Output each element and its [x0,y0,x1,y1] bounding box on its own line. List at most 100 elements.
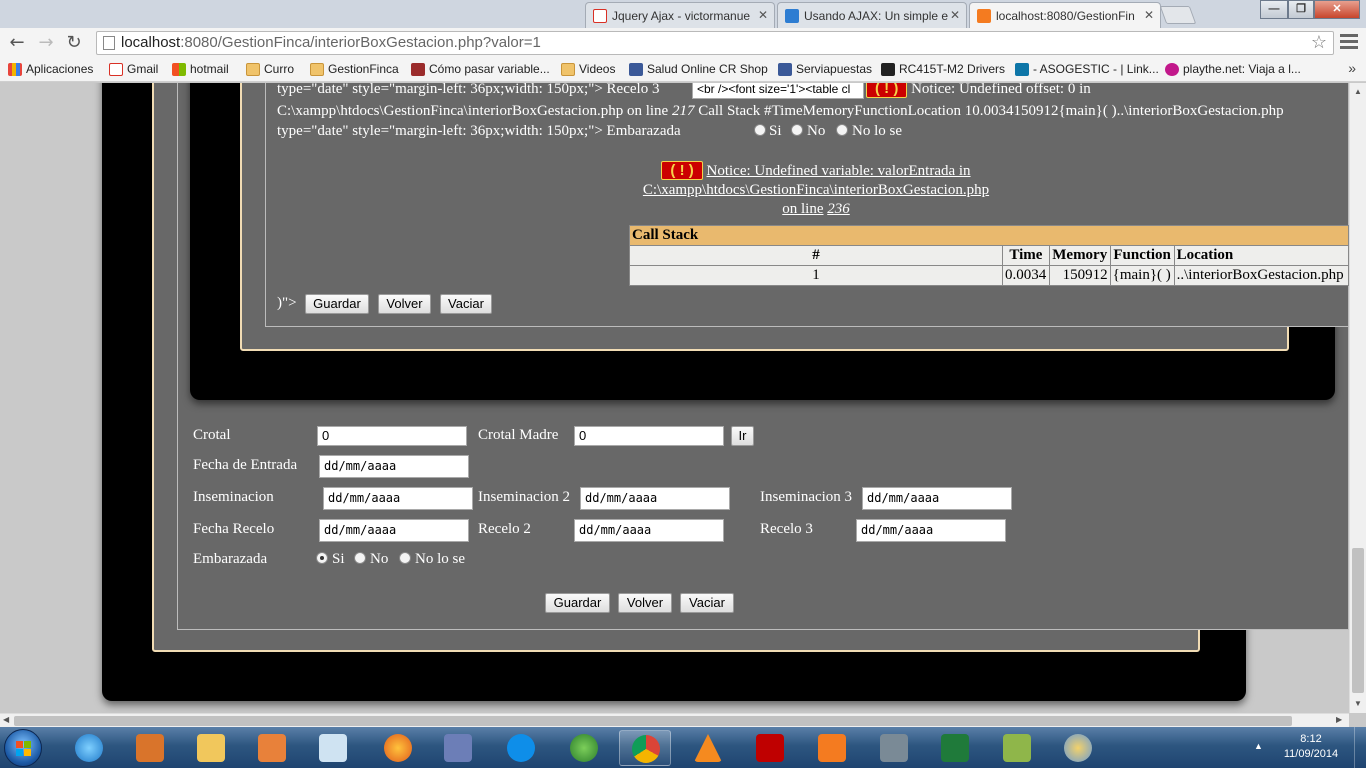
vertical-scrollbar[interactable]: ▲ ▼ [1349,83,1366,713]
taskbar-notepadpp[interactable] [991,730,1043,766]
internet-explorer-icon [75,734,103,762]
start-button[interactable] [4,729,42,767]
horizontal-scrollbar[interactable]: ◀ ▶ [0,713,1349,727]
cell: 0.0034 [1002,265,1050,286]
bookmark-aplicaciones[interactable]: Aplicaciones [8,62,93,76]
crotal-label: Crotal [193,427,231,443]
taskbar-vlc[interactable] [682,730,734,766]
bookmark-curro[interactable]: Curro [246,62,294,76]
bookmark-salud-online[interactable]: Salud Online CR Shop [629,62,768,76]
scrollbar-thumb[interactable] [1352,548,1364,693]
bookmark-como-pasar[interactable]: Cómo pasar variable... [411,62,550,76]
minimize-button[interactable]: — [1260,0,1288,19]
fecha-recelo-input[interactable]: dd/mm/aaaa [319,519,469,542]
notice-text: Notice: Undefined offset: 0 in [911,83,1091,97]
recelo2-input[interactable]: dd/mm/aaaa [574,519,724,542]
recelo3-garbled-input[interactable]: <br /><font size='1'><table cl [692,83,864,99]
taskbar-chrome[interactable] [619,730,671,766]
clock-time: 8:12 [1300,733,1322,745]
menu-icon[interactable] [1340,34,1358,52]
bookmark-videos[interactable]: Videos [561,62,615,76]
bookmark-rc415t[interactable]: RC415T-M2 Drivers [881,62,1005,76]
line-number: 217 [671,103,695,119]
error-icon: ( ! ) [661,161,703,180]
taskbar-media[interactable] [246,730,298,766]
col-header: Function [1109,245,1175,266]
scroll-left-icon[interactable]: ◀ [3,715,9,724]
inner-guardar-button[interactable]: Guardar [305,294,369,314]
crotal-input[interactable]: 0 [317,426,467,446]
taskbar-paint[interactable] [1052,730,1104,766]
taskbar-xampp[interactable] [806,730,858,766]
inner-volver-button[interactable]: Volver [378,294,431,314]
bookmark-gmail[interactable]: Gmail [109,62,158,76]
address-bar[interactable]: localhost:8080/GestionFinca/interiorBoxG… [96,31,1334,55]
bookmark-serviapuestas[interactable]: Serviapuestas [778,62,872,76]
volver-button[interactable]: Volver [618,593,672,613]
taskbar-php[interactable] [432,730,484,766]
inseminacion2-input[interactable]: dd/mm/aaaa [580,487,730,510]
inner-radio-no[interactable] [791,124,803,136]
radio-si[interactable] [316,552,328,564]
scrollbar-thumb[interactable] [14,716,1292,726]
vaciar-button[interactable]: Vaciar [680,593,734,613]
installer-icon [136,734,164,762]
linkedin-icon [1015,63,1029,76]
taskbar-firefox[interactable] [372,730,424,766]
taskbar-excel[interactable] [929,730,981,766]
back-icon[interactable]: ← [6,32,28,54]
taskbar-network[interactable] [558,730,610,766]
inseminacion-input[interactable]: dd/mm/aaaa [323,487,473,510]
php-icon [444,734,472,762]
close-icon[interactable]: ✕ [1144,8,1154,22]
window-close-button[interactable]: ✕ [1314,0,1360,19]
fecha-entrada-input[interactable]: dd/mm/aaaa [319,455,469,478]
bookmark-asogestic[interactable]: - ASOGESTIC - | Link... [1015,62,1159,76]
bookmark-hotmail[interactable]: hotmail [172,62,229,76]
tab-jquery-ajax[interactable]: Jquery Ajax - victormanue ✕ [585,2,775,28]
taskbar-explorer[interactable] [185,730,237,766]
radio-label: No lo se [852,123,902,139]
inseminacion3-label: Inseminacion 3 [760,489,853,505]
maximize-button[interactable]: ❐ [1288,0,1314,19]
recelo3-input[interactable]: dd/mm/aaaa [856,519,1006,542]
cell: 150912 [1048,265,1111,286]
taskbar-teamviewer[interactable] [495,730,547,766]
bookmarks-bar: Aplicaciones Gmail hotmail Curro Gestion… [0,58,1366,82]
taskbar-filezilla[interactable] [744,730,796,766]
taskbar-monitor[interactable] [868,730,920,766]
scroll-right-icon[interactable]: ▶ [1336,715,1342,724]
tab-localhost[interactable]: localhost:8080/GestionFin ✕ [969,2,1161,29]
scroll-down-icon[interactable]: ▼ [1354,699,1362,708]
reload-icon[interactable]: ↻ [63,32,85,54]
taskbar-installer[interactable] [124,730,176,766]
inner-radio-si[interactable] [754,124,766,136]
bookmark-star-icon[interactable]: ☆ [1311,32,1327,53]
chrome-icon [632,735,660,763]
close-icon[interactable]: ✕ [758,8,768,22]
forward-icon[interactable]: → [35,32,57,54]
inner-radio-no-lo-se[interactable] [836,124,848,136]
radio-no[interactable] [354,552,366,564]
radio-no-lo-se[interactable] [399,552,411,564]
bookmark-gestionfinca[interactable]: GestionFinca [310,62,399,76]
crotal-madre-input[interactable]: 0 [574,426,724,446]
paint-icon [1064,734,1092,762]
guardar-button[interactable]: Guardar [545,593,610,613]
close-icon[interactable]: ✕ [950,8,960,22]
bookmark-playthe[interactable]: playthe.net: Viaja a l... [1165,62,1301,76]
tray-expand-icon[interactable]: ▲ [1254,741,1263,751]
bookmarks-overflow-icon[interactable]: » [1348,60,1356,76]
ir-button[interactable]: Ir [731,426,754,446]
page-viewport: type="date" style="margin-left: 36px;wid… [0,83,1349,713]
windows-icon [172,63,186,76]
show-desktop-button[interactable] [1354,727,1366,768]
new-tab-button[interactable] [1159,6,1197,24]
inseminacion3-input[interactable]: dd/mm/aaaa [862,487,1012,510]
taskbar-notepad[interactable] [307,730,359,766]
taskbar-ie[interactable] [63,730,115,766]
clock[interactable]: 8:12 11/09/2014 [1276,732,1346,762]
scroll-up-icon[interactable]: ▲ [1354,87,1362,96]
tab-usando-ajax[interactable]: Usando AJAX: Un simple e ✕ [777,2,967,28]
inner-vaciar-button[interactable]: Vaciar [440,294,492,314]
